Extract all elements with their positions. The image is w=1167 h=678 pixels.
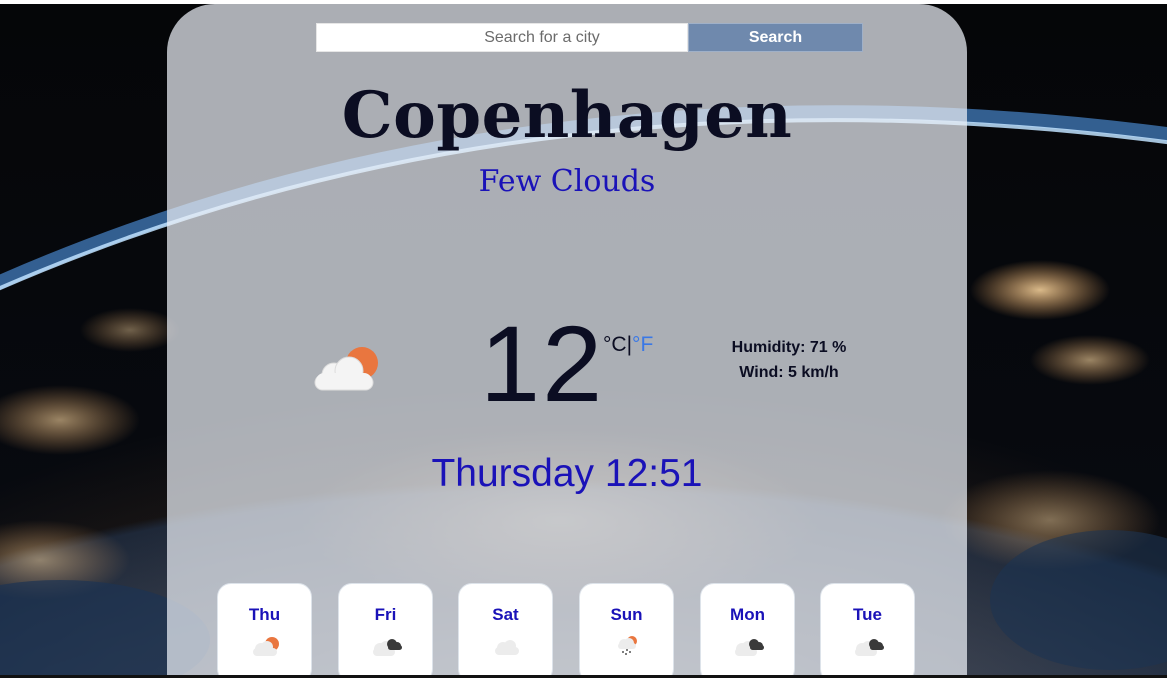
scattered-clouds-icon [495,640,519,655]
temperature-value: 12 [480,303,605,424]
city-name: Copenhagen [341,78,793,153]
forecast-card: Sat [458,583,553,678]
broken-clouds-icon [855,639,884,656]
rain-icon [618,636,637,655]
forecast-card: Thu [217,583,312,678]
forecast-day: Mon [730,605,765,624]
forecast-day: Sun [610,605,643,624]
forecast-day: Sat [492,605,519,624]
current-datetime: Thursday 12:51 [431,452,703,495]
fahrenheit-link[interactable]: °F [632,333,653,356]
weather-details: Humidity: 71 % Wind: 5 km/h [716,335,862,385]
forecast-list: Thu Fri Sat Sun Mon Tue [217,583,917,678]
forecast-card: Fri [338,583,433,678]
broken-clouds-icon [373,639,402,656]
search-button[interactable]: Search [688,23,863,52]
weather-app: Search Copenhagen Few Clouds 12 °C|°F Hu… [0,0,1167,678]
forecast-card: Tue [820,583,915,678]
forecast-card: Sun [579,583,674,678]
humidity-text: Humidity: 71 % [731,339,847,356]
unit-toggle: °C|°F [603,332,653,358]
forecast-day: Thu [248,605,281,624]
forecast-card: Mon [700,583,795,678]
search-input[interactable] [316,23,688,52]
forecast-day: Fri [374,605,397,624]
broken-clouds-icon [735,639,764,656]
weather-description: Few Clouds [478,164,656,199]
forecast-day: Tue [853,605,882,624]
few-clouds-icon [253,637,279,656]
wind-text: Wind: 5 km/h [739,364,839,381]
few-clouds-icon [314,347,378,391]
celsius-link[interactable]: °C [603,333,627,356]
search-form: Search [316,23,863,52]
